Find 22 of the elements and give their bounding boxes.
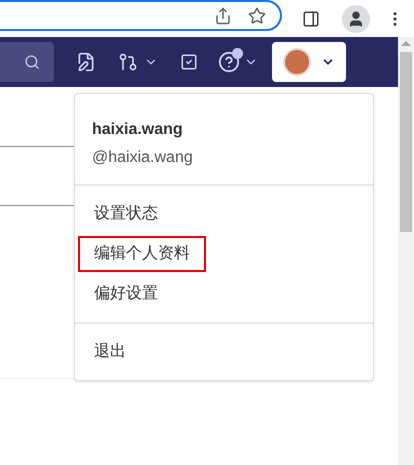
- user-handle: @haixia.wang: [92, 148, 194, 168]
- avatar: [283, 48, 311, 76]
- share-icon[interactable]: [214, 6, 232, 24]
- menu-item[interactable]: 退出: [78, 334, 142, 370]
- user-menu-button[interactable]: [272, 42, 346, 82]
- merge-requests-button[interactable]: [118, 52, 158, 72]
- help-icon: [218, 51, 240, 73]
- user-name: haixia.wang: [92, 120, 184, 140]
- todo-icon[interactable]: [180, 53, 198, 71]
- profile-icon[interactable]: [342, 4, 370, 32]
- menu-item[interactable]: 偏好设置: [78, 276, 174, 312]
- search-icon: [24, 54, 40, 70]
- search-field[interactable]: [0, 42, 54, 82]
- side-panel-icon[interactable]: [302, 10, 320, 28]
- edit-document-icon[interactable]: [76, 52, 96, 72]
- star-icon[interactable]: [248, 6, 266, 24]
- merge-request-icon: [118, 52, 138, 72]
- address-bar[interactable]: [0, 0, 282, 31]
- menu-item[interactable]: 编辑个人资料: [78, 236, 206, 272]
- help-button[interactable]: [218, 51, 258, 73]
- menu-item[interactable]: 设置状态: [78, 196, 174, 232]
- scrollbar[interactable]: [398, 37, 414, 465]
